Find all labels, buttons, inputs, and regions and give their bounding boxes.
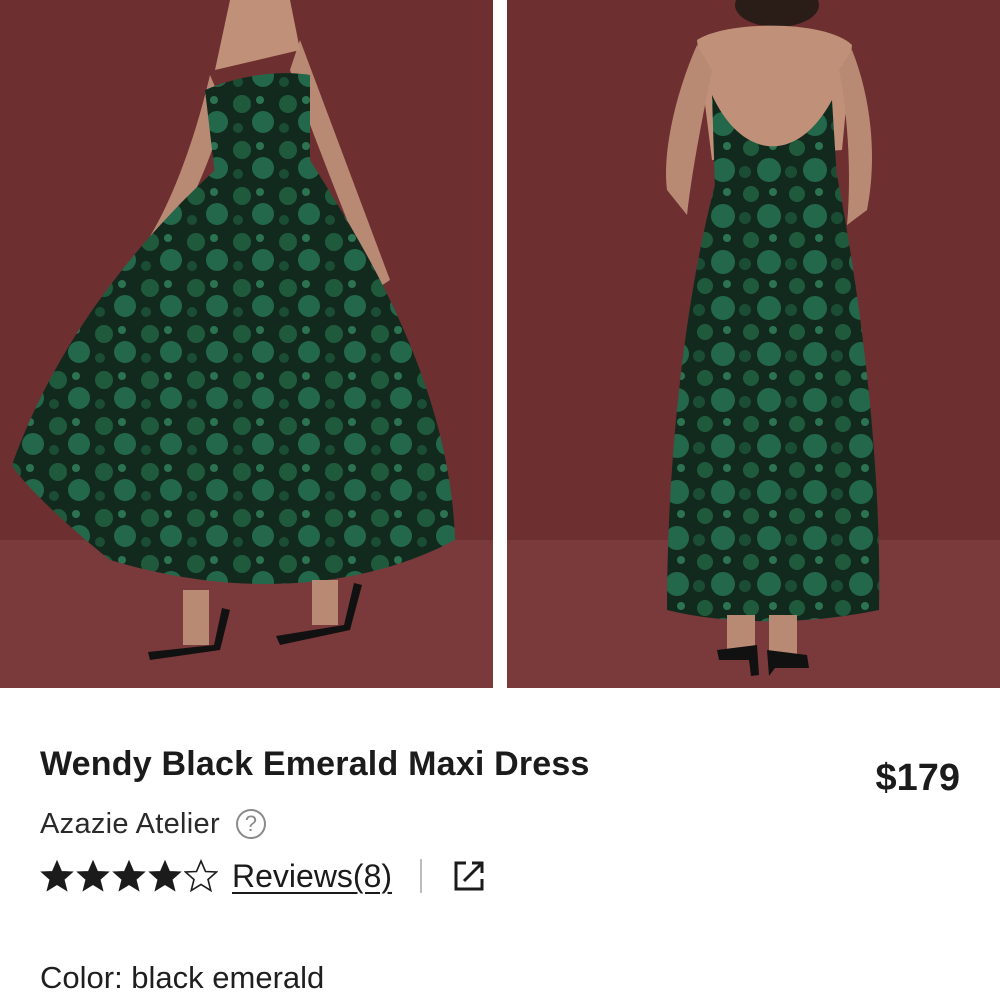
back-view-illustration (507, 0, 1000, 688)
star-filled-icon (148, 859, 182, 892)
product-price: $179 (875, 757, 960, 799)
star-rating (40, 859, 218, 893)
product-photo-front[interactable] (0, 0, 493, 688)
divider (420, 859, 423, 893)
brand-row: Azazie Atelier ? (40, 804, 266, 844)
question-mark-circle-icon[interactable]: ? (235, 809, 266, 839)
product-info: Wendy Black Emerald Maxi Dress $179 Azaz… (0, 688, 1000, 1000)
product-image-gallery (0, 0, 1000, 688)
reviews-link[interactable]: Reviews(8) (232, 858, 392, 895)
star-filled-icon (76, 859, 110, 892)
external-link-icon[interactable] (450, 857, 488, 895)
product-title: Wendy Black Emerald Maxi Dress (40, 745, 590, 783)
color-label: Color: black emerald (40, 960, 325, 995)
brand-name: Azazie Atelier (40, 807, 220, 840)
star-empty-icon (184, 859, 218, 893)
rating-row: Reviews(8) (40, 854, 488, 898)
product-photo-back[interactable] (507, 0, 1000, 688)
front-view-illustration (0, 0, 493, 688)
star-filled-icon (40, 859, 74, 892)
star-filled-icon (112, 859, 146, 892)
